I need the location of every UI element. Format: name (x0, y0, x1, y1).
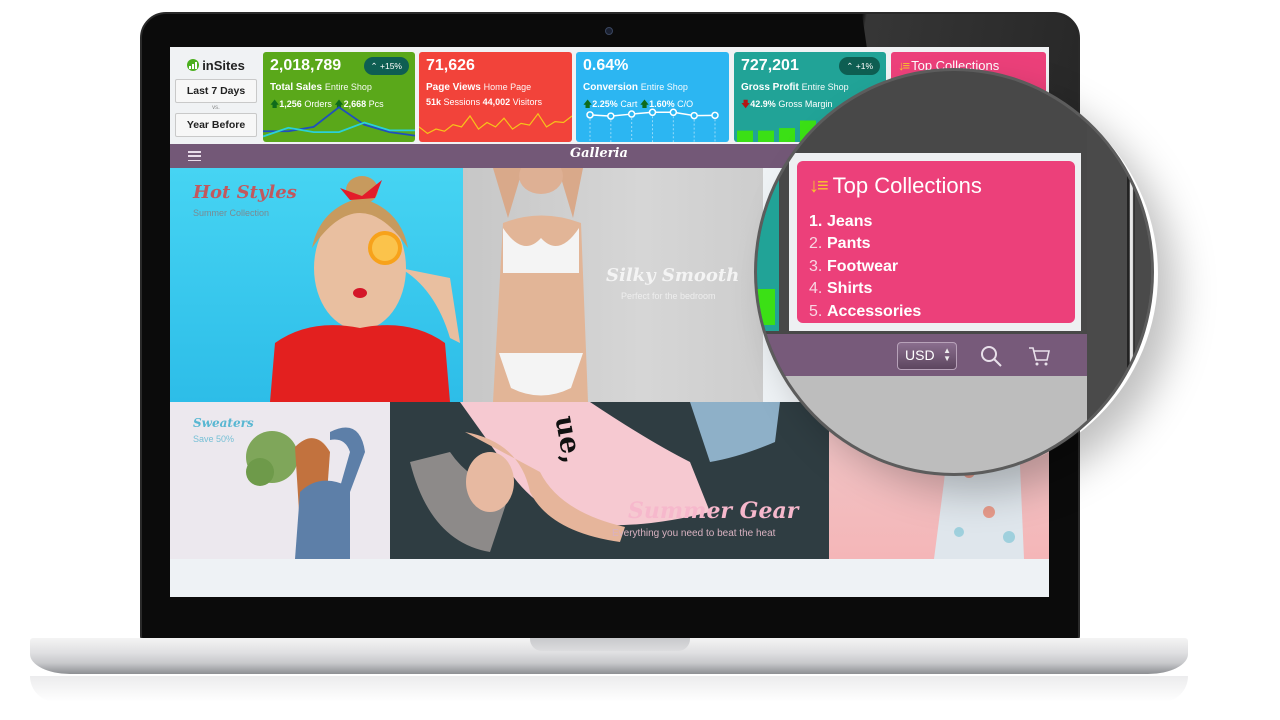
sparkline-point (627, 110, 636, 118)
views-title: Page Views Home Page (426, 82, 532, 93)
magnified-frame-edge (1127, 137, 1135, 393)
magnifier-lens: ↓≡ Top Collections 1. Jeans 2. Pants 3. Foo… (754, 68, 1154, 476)
model-image (493, 168, 588, 402)
laptop-reflection (30, 676, 1188, 702)
tile-hot-styles[interactable]: Hot Styles Summer Collection (170, 168, 463, 402)
laptop-opening-notch (530, 638, 690, 651)
sales-value: 2,018,789 (270, 57, 342, 74)
magnified-top-collections-card[interactable]: ↓≡ Top Collections 1. Jeans 2. Pants 3. Foo… (797, 161, 1075, 323)
sort-descending-icon: ↓≡ (809, 174, 829, 197)
profit-bar (737, 130, 753, 142)
silky-smooth-title: Silky Smooth (606, 265, 740, 286)
conversion-card[interactable]: 0.64% Conversion Entire Shop 🡅2.25% Cart… (576, 52, 729, 142)
conversion-value: 0.64% (583, 57, 629, 74)
sales-change-badge: ⌃ +15% (363, 57, 409, 75)
silky-smooth-subtitle: Perfect for the bedroom (621, 291, 716, 301)
sparkline-point (690, 111, 698, 120)
sparkline-point (586, 111, 594, 119)
insites-logo: inSites (174, 51, 258, 79)
model-image (246, 427, 365, 559)
collection-item[interactable]: 2. Pants (809, 233, 921, 255)
cart-icon[interactable] (1027, 344, 1051, 368)
tile-sweaters[interactable]: Sweaters Save 50% (170, 402, 390, 559)
conversion-sparkline (586, 108, 719, 142)
views-sparkline (419, 112, 572, 135)
sweaters-title: Sweaters (193, 416, 254, 430)
sales-title: Total Sales Entire Shop (270, 82, 372, 93)
sales-sparkline (263, 106, 415, 138)
model-image (270, 176, 460, 402)
magnified-navbar: USD ▲ ▼ (757, 334, 1087, 376)
magnified-content-area (757, 376, 1087, 473)
collection-item[interactable]: 1. Jeans (809, 211, 921, 233)
chevron-up-icon: ⌃ (370, 61, 378, 71)
sparkline-previous (263, 121, 415, 138)
select-arrows-icon: ▲ ▼ (943, 346, 951, 363)
vs-label: vs. (212, 105, 220, 111)
date-range-controls: inSites Last 7 Days vs. Year Before (174, 51, 258, 141)
sparkline-point (711, 111, 719, 120)
hot-styles-title: Hot Styles (193, 182, 297, 203)
conversion-title: Conversion Entire Shop (583, 82, 688, 93)
logo-text: inSites (202, 57, 245, 73)
sparkline-point (648, 108, 657, 117)
collection-item[interactable]: 3. Footwear (809, 256, 921, 278)
magnified-top-collections-title: ↓≡ Top Collections (809, 173, 982, 198)
collection-item[interactable]: 4. Shirts (809, 278, 921, 300)
magnified-laptop-frame (1087, 71, 1151, 473)
magnified-profit-bar (757, 289, 775, 325)
currency-select[interactable]: USD ▲ ▼ (897, 342, 957, 370)
page-views-card[interactable]: 71,626 Page Views Home Page 51k Sessions… (419, 52, 572, 142)
hot-styles-subtitle: Summer Collection (193, 208, 270, 218)
webcam-icon (605, 27, 613, 35)
sparkline-views (419, 112, 572, 135)
sparkline-point (669, 108, 678, 117)
total-sales-card[interactable]: 2,018,789 ⌃ +15% Total Sales Entire Shop… (263, 52, 415, 142)
range-primary-button[interactable]: Last 7 Days (175, 79, 257, 103)
sweaters-subtitle: Save 50% (193, 434, 235, 444)
summer-gear-subtitle: Everything you need to beat the heat (612, 528, 776, 539)
tile-silky-smooth[interactable]: Silky Smooth Perfect for the bedroom (463, 168, 763, 402)
store-brand[interactable]: Galleria (570, 146, 628, 161)
summer-gear-title: Summer Gear (628, 498, 799, 524)
top-collections-list: 1. Jeans 2. Pants 3. Footwear 4. Shirts 5. Ac… (809, 211, 921, 323)
views-value: 71,626 (426, 57, 475, 74)
collection-item[interactable]: 5. Accessories (809, 301, 921, 323)
search-icon[interactable] (979, 344, 1003, 368)
range-compare-button[interactable]: Year Before (175, 113, 257, 137)
sparkline-point (607, 112, 615, 120)
bar-chart-icon (187, 59, 200, 71)
hamburger-icon[interactable] (188, 151, 201, 161)
chevron-up-icon: ⌃ (846, 61, 854, 71)
